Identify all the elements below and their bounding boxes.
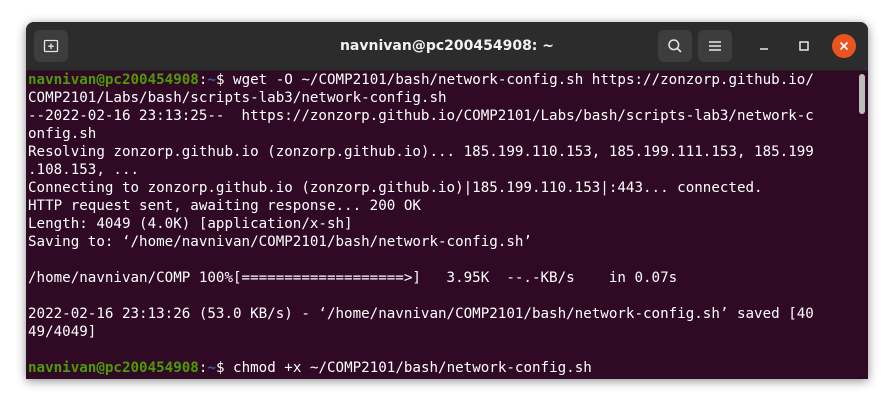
terminal-window: navnivan@pc200454908: ~ navnivan@pc20045… (26, 22, 868, 379)
terminal-output[interactable]: navnivan@pc200454908:~$ wget -O ~/COMP21… (26, 71, 858, 379)
minimize-button[interactable] (752, 34, 776, 58)
close-button[interactable] (832, 34, 856, 58)
prompt-path: ~ (207, 72, 216, 88)
output-line: --2022-02-16 23:13:25-- https://zonzorp.… (28, 108, 814, 124)
prompt-line: navnivan@pc200454908:~$ chmod +x ~/COMP2… (28, 359, 858, 377)
window-title: navnivan@pc200454908: ~ (339, 38, 555, 54)
close-icon (839, 41, 849, 51)
search-button[interactable] (658, 30, 692, 62)
minimize-icon (760, 48, 768, 50)
scrollbar-thumb[interactable] (859, 74, 865, 114)
output-line: 49/4049] (28, 324, 97, 340)
prompt-user: navnivan@pc200454908 (28, 72, 199, 88)
output-line: Resolving zonzorp.github.io (zonzorp.git… (28, 144, 814, 160)
menu-button[interactable] (698, 30, 732, 62)
prompt-symbol: $ (215, 360, 234, 376)
prompt-symbol: $ (215, 72, 234, 88)
title-bar[interactable]: navnivan@pc200454908: ~ (26, 22, 868, 71)
search-icon (668, 39, 682, 53)
new-tab-button[interactable] (34, 30, 68, 62)
output-line: HTTP request sent, awaiting response... … (28, 198, 421, 214)
command-text: wget -O ~/COMP2101/bash/network-config.s… (233, 72, 814, 88)
output-line: COMP2101/Labs/bash/scripts-lab3/network-… (28, 90, 447, 106)
command-text: chmod +x ~/COMP2101/bash/network-config.… (233, 360, 592, 376)
prompt-line: navnivan@pc200454908:~$ wget -O ~/COMP21… (28, 71, 858, 89)
output-line: 2022-02-16 23:13:26 (53.0 KB/s) - ‘/home… (28, 306, 814, 322)
hamburger-menu-icon (709, 41, 721, 51)
progress-line: /home/navnivan/COMP 100%[===============… (28, 270, 678, 286)
prompt-path: ~ (207, 360, 216, 376)
output-line: onfig.sh (28, 126, 97, 142)
output-line: Saving to: ‘/home/navnivan/COMP2101/bash… (28, 234, 532, 250)
new-tab-icon (43, 39, 59, 53)
output-line: Length: 4049 (4.0K) [application/x-sh] (28, 216, 353, 232)
output-line: .108.153, ... (28, 162, 140, 178)
maximize-icon (799, 41, 809, 51)
output-line: Connecting to zonzorp.github.io (zonzorp… (28, 180, 763, 196)
prompt-user: navnivan@pc200454908 (28, 360, 199, 376)
maximize-button[interactable] (792, 34, 816, 58)
